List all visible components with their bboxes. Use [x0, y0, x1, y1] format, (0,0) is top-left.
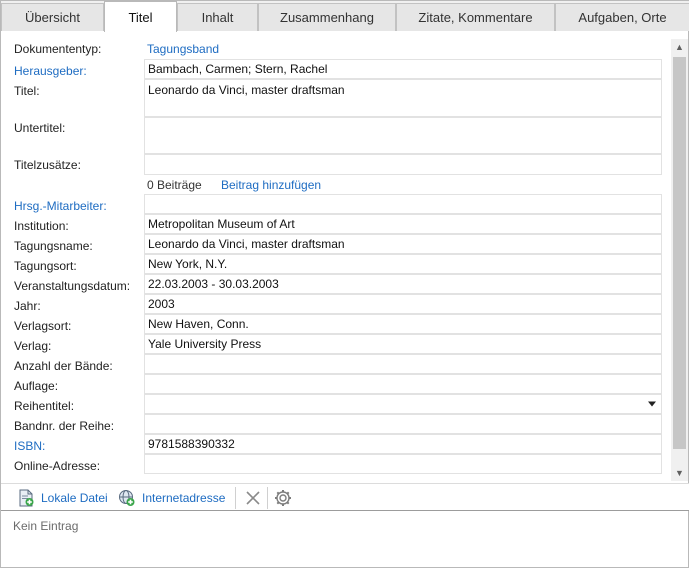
tab-aufgaben-orte[interactable]: Aufgaben, Orte	[555, 3, 689, 31]
verlag-label: Verlag:	[14, 339, 52, 353]
jahr-label: Jahr:	[14, 299, 41, 313]
gear-icon	[274, 489, 292, 507]
mitarbeiter-field[interactable]	[144, 194, 662, 214]
baende-field[interactable]	[144, 354, 662, 374]
tagungsname-field[interactable]: Leonardo da Vinci, master draftsman	[144, 234, 662, 254]
institution-label: Institution:	[14, 219, 69, 233]
bandnr-label: Bandnr. der Reihe:	[14, 419, 115, 433]
titel-label: Titel:	[14, 84, 40, 98]
tab-titel[interactable]: Titel	[104, 1, 177, 32]
beitrag-hinzufuegen-link[interactable]: Beitrag hinzufügen	[221, 178, 321, 192]
titelzusaetze-field[interactable]	[144, 154, 662, 175]
tagungsname-label: Tagungsname:	[14, 239, 93, 253]
online-field[interactable]	[144, 454, 662, 474]
chevron-down-icon[interactable]	[648, 401, 656, 407]
untertitel-field[interactable]	[144, 117, 662, 154]
close-icon	[244, 489, 262, 507]
internet-address-button[interactable]: Internetadresse	[118, 488, 225, 508]
document-add-icon	[17, 489, 35, 507]
local-file-label: Lokale Datei	[41, 491, 108, 505]
internet-address-label: Internetadresse	[142, 491, 226, 505]
tab-zusammenhang[interactable]: Zusammenhang	[258, 3, 396, 31]
title-form: Dokumententyp: Tagungsband Herausgeber: …	[1, 31, 689, 483]
auflage-label: Auflage:	[14, 379, 59, 393]
herausgeber-label[interactable]: Herausgeber:	[14, 64, 87, 78]
online-label: Online-Adresse:	[14, 459, 101, 473]
tab-bar: Übersicht Titel Inhalt Zusammenhang Zita…	[1, 1, 689, 32]
auflage-field[interactable]	[144, 374, 662, 394]
empty-preview-text: Kein Eintrag	[13, 519, 79, 533]
dokumenttyp-label: Dokumententyp:	[14, 42, 102, 56]
jahr-field[interactable]: 2003	[144, 294, 662, 314]
baende-label: Anzahl der Bände:	[14, 359, 113, 373]
toolbar-divider	[235, 487, 236, 509]
mitarbeiter-label[interactable]: Hrsg.-Mitarbeiter:	[14, 199, 107, 213]
tagungsort-field[interactable]: New York, N.Y.	[144, 254, 662, 274]
globe-add-icon	[118, 489, 136, 507]
scroll-down-icon[interactable]: ▼	[671, 465, 688, 481]
attachment-toolbar: Lokale Datei Internetadresse	[1, 483, 689, 511]
verlagsort-label: Verlagsort:	[14, 319, 72, 333]
beitraege-count: 0 Beiträge	[147, 178, 202, 192]
vertical-scrollbar[interactable]: ▲ ▼	[671, 39, 688, 481]
institution-field[interactable]: Metropolitan Museum of Art	[144, 214, 662, 234]
verlag-field[interactable]: Yale University Press	[144, 334, 662, 354]
datum-field[interactable]: 22.03.2003 - 30.03.2003	[144, 274, 662, 294]
toolbar-divider	[267, 487, 268, 509]
local-file-button[interactable]: Lokale Datei	[17, 488, 108, 508]
scroll-up-icon[interactable]: ▲	[671, 39, 688, 55]
tab-inhalt[interactable]: Inhalt	[177, 3, 258, 31]
isbn-label[interactable]: ISBN:	[14, 439, 45, 453]
settings-button[interactable]	[274, 488, 298, 508]
tab-zitate-kommentare[interactable]: Zitate, Kommentare	[396, 3, 555, 31]
reihentitel-label: Reihentitel:	[14, 399, 75, 413]
reihentitel-select[interactable]	[144, 394, 662, 414]
scrollbar-thumb[interactable]	[673, 57, 686, 449]
untertitel-label: Untertitel:	[14, 121, 66, 135]
delete-button[interactable]	[244, 488, 268, 508]
isbn-field[interactable]: 9781588390332	[144, 434, 662, 454]
verlagsort-field[interactable]: New Haven, Conn.	[144, 314, 662, 334]
titel-field[interactable]: Leonardo da Vinci, master draftsman	[144, 79, 662, 117]
tab-uebersicht[interactable]: Übersicht	[1, 3, 104, 31]
dokumenttyp-link[interactable]: Tagungsband	[147, 42, 219, 56]
datum-label: Veranstaltungsdatum:	[14, 279, 131, 293]
titelzusaetze-label: Titelzusätze:	[14, 158, 81, 172]
herausgeber-field[interactable]: Bambach, Carmen; Stern, Rachel	[144, 59, 662, 79]
tagungsort-label: Tagungsort:	[14, 259, 77, 273]
window-frame: Übersicht Titel Inhalt Zusammenhang Zita…	[0, 0, 689, 568]
bandnr-field[interactable]	[144, 414, 662, 434]
